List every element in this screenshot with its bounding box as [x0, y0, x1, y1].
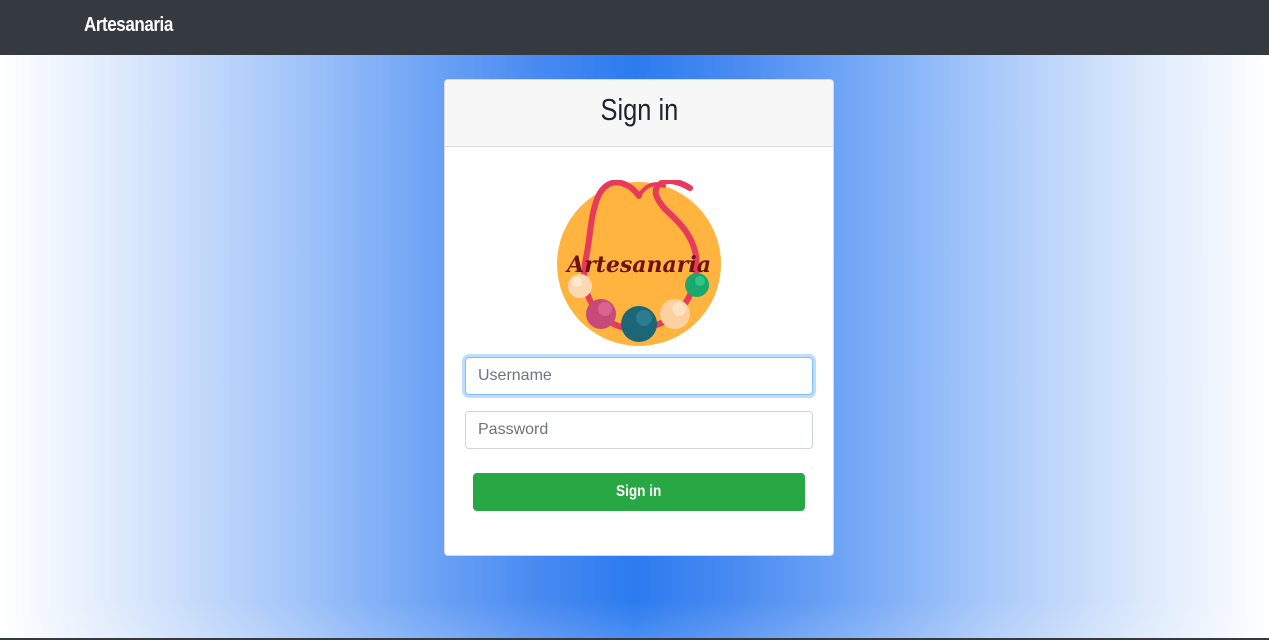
navbar-brand[interactable]: Artesanaria [84, 14, 173, 37]
artesanaria-logo: Artesanaria [557, 180, 721, 346]
background-fade [0, 600, 1269, 640]
password-input[interactable] [465, 411, 813, 449]
login-card: Sign in Artesanaria Sign in [444, 79, 834, 556]
login-title: Sign in [600, 92, 678, 127]
logo-bead-teal-shine [636, 310, 652, 326]
sign-in-button-label: Sign in [616, 483, 662, 500]
sign-in-button[interactable]: Sign in [473, 473, 805, 511]
username-input[interactable] [465, 357, 813, 395]
logo-bead-cream-right-shine [672, 302, 686, 316]
logo-bead-pink-shine [598, 302, 612, 316]
top-navbar: Artesanaria [0, 0, 1269, 55]
login-card-header: Sign in [445, 80, 833, 147]
logo-text: Artesanaria [565, 252, 711, 278]
logo-bead-cream-left-shine [572, 277, 582, 287]
